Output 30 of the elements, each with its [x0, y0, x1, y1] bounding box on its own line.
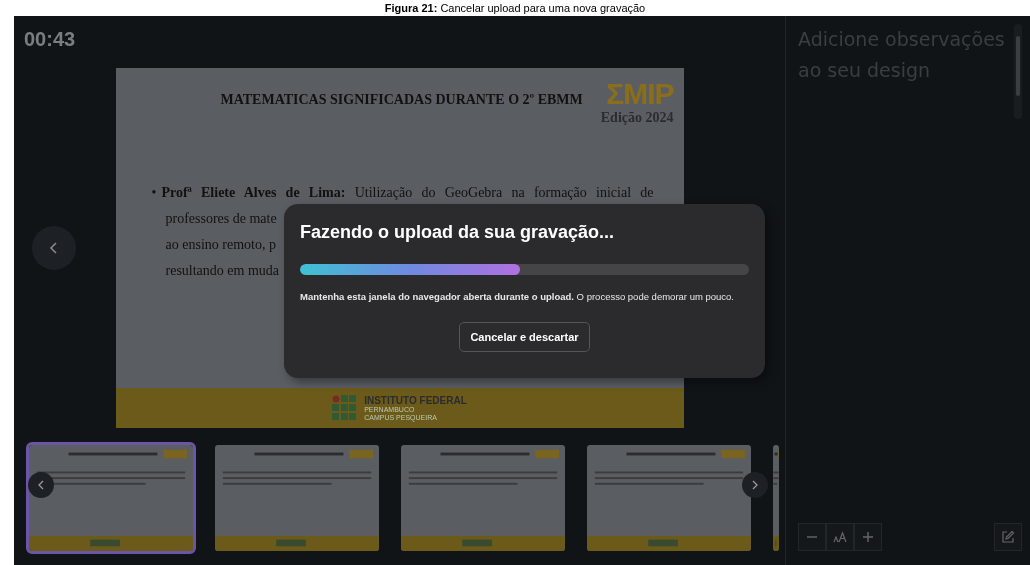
cancel-button[interactable]: Cancelar e descartar: [459, 322, 590, 352]
slide-thumbnail[interactable]: [212, 442, 382, 554]
edit-icon: [1001, 530, 1015, 544]
scroll-right-button[interactable]: [742, 472, 768, 498]
slide-thumbnail[interactable]: [398, 442, 568, 554]
slide-thumbnail[interactable]: [26, 442, 196, 554]
increase-button[interactable]: [854, 523, 882, 551]
figure-caption: Figura 21: Cancelar upload para uma nova gravação: [383, 1, 647, 16]
scrollbar[interactable]: [1014, 24, 1022, 119]
institute-name: INSTITUTO FEDERAL: [364, 394, 467, 406]
timer: 00:43: [23, 27, 77, 52]
chevron-left-icon: [49, 241, 59, 255]
bullet: •: [151, 184, 157, 202]
slide-text: professores de mate: [165, 210, 277, 228]
font-size-button[interactable]: [826, 523, 854, 551]
slide-text: ao ensino remoto, p: [165, 236, 276, 254]
slide-thumbnail[interactable]: [584, 442, 754, 554]
chevron-left-icon: [38, 480, 44, 490]
font-size-icon: [833, 531, 847, 543]
chevron-right-icon: [752, 480, 758, 490]
slide-title: MATEMATICAS SIGNIFICADAS DURANTE O 2º EBMM: [220, 92, 583, 108]
plus-icon: [862, 531, 874, 543]
slide-text: Profª Eliete Alves de Lima: Utilização do GeoGebra na formação inicial de: [161, 184, 654, 202]
slide-text: resultando em muda: [165, 262, 280, 280]
institute-logo-icon: [332, 395, 359, 421]
dialog-title: Fazendo o upload da sua gravação...: [300, 222, 616, 244]
edit-button[interactable]: [994, 523, 1022, 551]
event-logo: ΣMIP: [606, 78, 674, 110]
dialog-message: Mantenha esta janela do navegador aberta durante o upload. O processo pode demorar um pouco.: [300, 291, 734, 302]
decrease-button[interactable]: [798, 523, 826, 551]
